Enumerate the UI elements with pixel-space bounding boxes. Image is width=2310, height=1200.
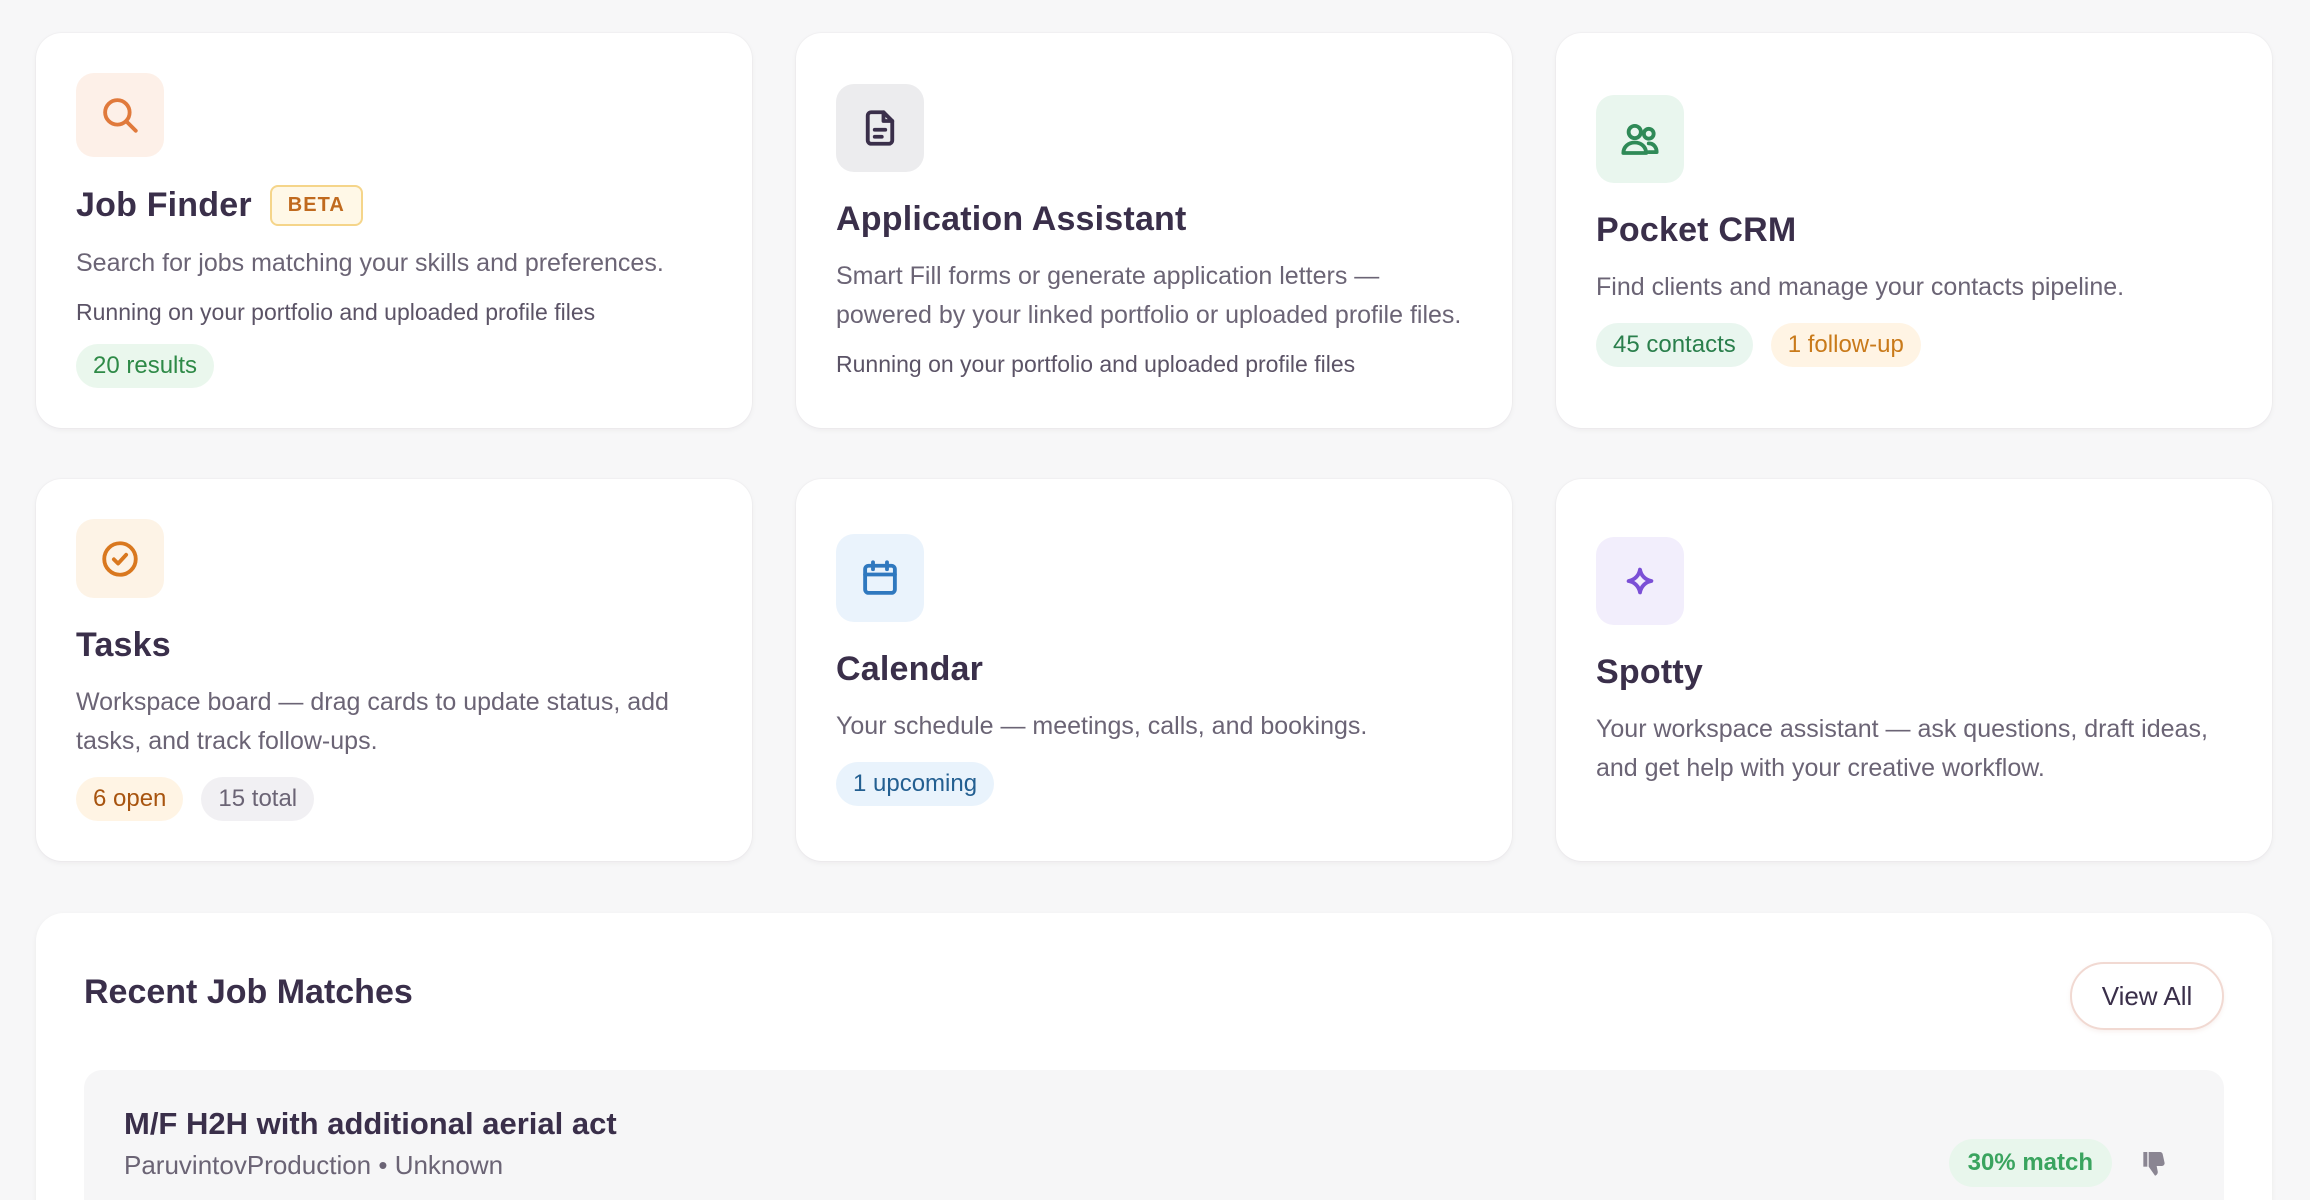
card-description: Workspace board — drag cards to update s… xyxy=(76,688,669,755)
search-icon xyxy=(103,98,138,133)
view-all-button[interactable]: View All xyxy=(2070,962,2224,1030)
calendar-title-row: Calendar xyxy=(836,650,1472,689)
search-icon-box xyxy=(76,73,164,157)
results-count-chip: 20 results xyxy=(76,344,215,388)
job-finder-title-row: Job Finder BETA xyxy=(76,185,712,226)
spotty-title-row: Spotty xyxy=(1596,653,2232,692)
calendar-card[interactable]: Calendar Your schedule — meetings, calls… xyxy=(796,479,1512,861)
match-badge: 30% match xyxy=(1948,1139,2112,1187)
calendar-icon xyxy=(863,560,897,595)
spotty-card[interactable]: Spotty Your workspace assistant — ask qu… xyxy=(1556,479,2272,861)
application-assistant-card[interactable]: Application Assistant Smart Fill forms o… xyxy=(796,33,1512,428)
card-description: Your schedule — meetings, calls, and boo… xyxy=(836,712,1368,740)
card-description: Find clients and manage your contacts pi… xyxy=(1596,272,2125,301)
pocket-crm-card[interactable]: Pocket CRM Find clients and manage your … xyxy=(1556,33,2272,428)
card-title: Tasks xyxy=(76,626,171,664)
beta-badge: BETA xyxy=(269,185,363,226)
card-title: Application Assistant xyxy=(836,199,1187,238)
upcoming-events-chip: 1 upcoming xyxy=(836,762,995,806)
users-icon xyxy=(1621,123,1659,155)
calendar-icon-box xyxy=(836,534,924,622)
thumbs-down-icon[interactable] xyxy=(2138,1148,2170,1180)
card-title: Calendar xyxy=(836,650,984,688)
card-title: Pocket CRM xyxy=(1596,210,1797,249)
card-description: Search for jobs matching your skills and… xyxy=(76,249,664,277)
job-finder-card[interactable]: Job Finder BETA Search for jobs matching… xyxy=(36,33,752,428)
sparkle-icon-box xyxy=(1596,536,1684,625)
job-match-row[interactable]: M/F H2H with additional aerial act Paruv… xyxy=(84,1070,2224,1200)
section-title: Recent Job Matches xyxy=(84,973,413,1011)
total-tasks-chip: 15 total xyxy=(201,777,315,821)
tasks-title-row: Tasks xyxy=(76,626,712,665)
card-description: Your workspace assistant — ask questions… xyxy=(1596,714,2208,782)
document-icon xyxy=(865,109,895,146)
pocket-crm-title-row: Pocket CRM xyxy=(1596,211,2232,250)
check-icon-box xyxy=(76,519,164,598)
card-description: Smart Fill forms or generate application… xyxy=(836,261,1462,329)
check-circle-icon xyxy=(102,540,138,577)
contacts-count-chip: 45 contacts xyxy=(1596,322,1753,367)
users-icon-box xyxy=(1596,94,1684,183)
follow-up-chip: 1 follow-up xyxy=(1770,322,1921,367)
card-chips: 20 results xyxy=(76,344,712,388)
card-note: Running on your portfolio and uploaded p… xyxy=(836,350,1356,377)
card-chips: 6 open 15 total xyxy=(76,777,712,821)
job-title[interactable]: M/F H2H with additional aerial act xyxy=(124,1106,617,1142)
card-chips: 1 upcoming xyxy=(836,762,1472,806)
open-tasks-chip: 6 open xyxy=(76,777,184,821)
card-chips: 45 contacts 1 follow-up xyxy=(1596,322,2232,367)
recent-job-matches-section: Recent Job Matches View All M/F H2H with… xyxy=(36,913,2272,1200)
application-assistant-title-row: Application Assistant xyxy=(836,200,1472,239)
sparkle-icon xyxy=(1626,567,1654,594)
tasks-card[interactable]: Tasks Workspace board — drag cards to up… xyxy=(36,479,752,861)
document-icon-box xyxy=(836,83,924,172)
card-note: Running on your portfolio and uploaded p… xyxy=(76,299,596,325)
card-title: Job Finder xyxy=(76,186,252,224)
job-meta: ParuvintovProduction • Unknown xyxy=(124,1150,504,1180)
card-title: Spotty xyxy=(1596,652,1703,691)
tools-grid: Job Finder BETA Search for jobs matching… xyxy=(36,33,2272,861)
